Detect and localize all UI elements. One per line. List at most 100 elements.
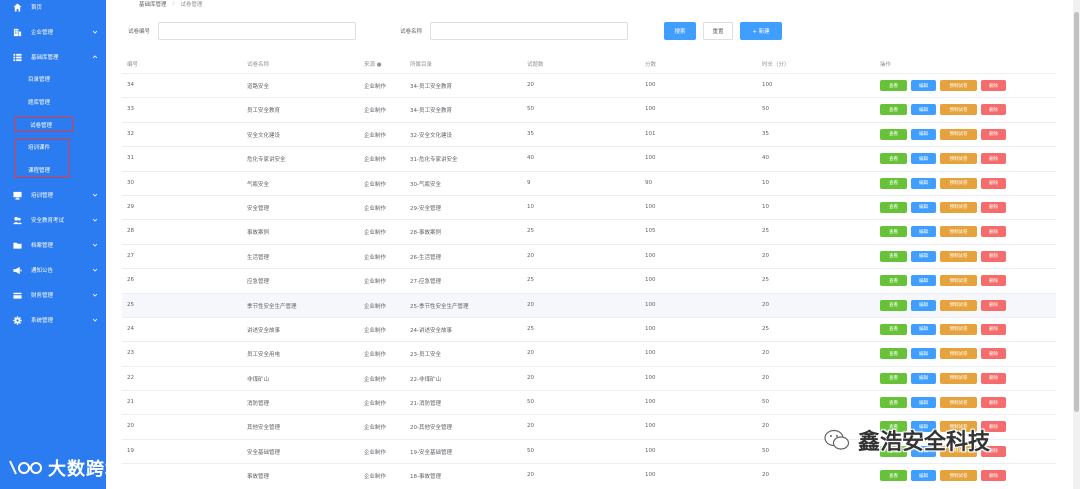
cell-id: 28: [127, 228, 134, 235]
table-row: 31 危化专家讲安全 企业制作 31-危化专家讲安全 40 100 40 查看 编辑 预制试卷 删除: [122, 146, 1056, 170]
nav-training[interactable]: 培训管理: [0, 188, 106, 202]
preset-paper-button[interactable]: 预制试卷: [940, 470, 977, 482]
preset-paper-button[interactable]: 预制试卷: [940, 323, 977, 335]
cell-dir: 34-员工安全教育: [410, 108, 452, 115]
delete-button[interactable]: 删除: [981, 348, 1006, 360]
delete-button[interactable]: 删除: [981, 397, 1006, 409]
edit-button[interactable]: 编辑: [911, 177, 936, 189]
question-circle-icon[interactable]: ●: [377, 62, 382, 68]
view-button[interactable]: 查看: [880, 201, 907, 213]
view-button[interactable]: 查看: [880, 128, 907, 140]
cell-count: 35: [527, 130, 534, 137]
edit-button[interactable]: 编辑: [911, 397, 936, 409]
view-button[interactable]: 查看: [880, 226, 907, 238]
cell-source: 企业制作: [364, 327, 387, 334]
edit-button[interactable]: 编辑: [911, 201, 936, 213]
nav-notice[interactable]: 通知公告: [0, 263, 106, 277]
preset-paper-button[interactable]: 预制试卷: [940, 348, 977, 360]
row-actions: 查看 编辑 预制试卷 删除: [880, 177, 1006, 189]
cell-duration: 50: [762, 399, 769, 406]
view-button[interactable]: 查看: [880, 372, 907, 384]
view-button[interactable]: 查看: [880, 299, 907, 311]
edit-button[interactable]: 编辑: [911, 275, 936, 287]
cell-dir: 27-应急管理: [410, 279, 441, 286]
search-button[interactable]: 搜索: [664, 22, 696, 40]
delete-button[interactable]: 删除: [981, 104, 1006, 116]
paper-code-input[interactable]: [158, 22, 356, 40]
view-button[interactable]: 查看: [880, 153, 907, 165]
preset-paper-button[interactable]: 预制试卷: [940, 104, 977, 116]
chevron-down-icon: [92, 218, 98, 222]
view-button[interactable]: 查看: [880, 348, 907, 360]
edit-button[interactable]: 编辑: [911, 128, 936, 140]
highlight-box-exam-paper: [14, 117, 73, 132]
nav-base-library[interactable]: 基础库管理: [0, 50, 106, 64]
view-button[interactable]: 查看: [880, 104, 907, 116]
preset-paper-button[interactable]: 预制试卷: [940, 128, 977, 140]
delete-button[interactable]: 删除: [981, 275, 1006, 287]
view-button[interactable]: 查看: [880, 275, 907, 287]
preset-paper-button[interactable]: 预制试卷: [940, 299, 977, 311]
edit-button[interactable]: 编辑: [911, 153, 936, 165]
edit-button[interactable]: 编辑: [911, 348, 936, 360]
preset-paper-button[interactable]: 预制试卷: [940, 275, 977, 287]
cell-score: 100: [645, 350, 656, 357]
edit-button[interactable]: 编辑: [911, 323, 936, 335]
nav-safety-exam[interactable]: 安全教育考试: [0, 213, 106, 227]
nav-company[interactable]: 企业管理: [0, 25, 106, 39]
nav-finance[interactable]: 财务管理: [0, 288, 106, 302]
delete-button[interactable]: 删除: [981, 299, 1006, 311]
nav-finance-label: 财务管理: [31, 293, 54, 299]
edit-button[interactable]: 编辑: [911, 104, 936, 116]
view-button[interactable]: 查看: [880, 80, 907, 91]
cell-name: 安全管理: [247, 205, 270, 212]
edit-button[interactable]: 编辑: [911, 80, 936, 91]
delete-button[interactable]: 删除: [981, 177, 1006, 189]
nav-archive[interactable]: 档案管理: [0, 238, 106, 252]
sub-item-question-bank[interactable]: 题库管理: [0, 96, 106, 108]
preset-paper-button[interactable]: 预制试卷: [940, 177, 977, 189]
cell-score: 100: [645, 106, 656, 113]
cell-dir: 18-事故管理: [410, 474, 441, 481]
scrollbar-thumb[interactable]: [1074, 12, 1079, 412]
cell-dir: 25-季节性安全生产管理: [410, 303, 469, 310]
cell-duration: 20: [762, 423, 769, 430]
delete-button[interactable]: 删除: [981, 128, 1006, 140]
edit-button[interactable]: 编辑: [911, 250, 936, 262]
view-button[interactable]: 查看: [880, 323, 907, 335]
edit-button[interactable]: 编辑: [911, 299, 936, 311]
view-button[interactable]: 查看: [880, 250, 907, 262]
view-button[interactable]: 查看: [880, 397, 907, 409]
view-button[interactable]: 查看: [880, 470, 907, 482]
delete-button[interactable]: 删除: [981, 470, 1006, 482]
cell-source: 企业制作: [364, 205, 387, 212]
edit-button[interactable]: 编辑: [911, 470, 936, 482]
delete-button[interactable]: 删除: [981, 226, 1006, 238]
edit-button[interactable]: 编辑: [911, 226, 936, 238]
delete-button[interactable]: 删除: [981, 153, 1006, 165]
cell-dir: 22-非煤矿山: [410, 376, 441, 383]
delete-button[interactable]: 删除: [981, 250, 1006, 262]
preset-paper-button[interactable]: 预制试卷: [940, 80, 977, 91]
edit-button[interactable]: 编辑: [911, 372, 936, 384]
delete-button[interactable]: 删除: [981, 80, 1006, 91]
preset-paper-button[interactable]: 预制试卷: [940, 226, 977, 238]
preset-paper-button[interactable]: 预制试卷: [940, 201, 977, 213]
sub-item-catalog[interactable]: 目录管理: [0, 73, 106, 85]
preset-paper-button[interactable]: 预制试卷: [940, 397, 977, 409]
page-scrollbar[interactable]: [1073, 0, 1080, 489]
add-button[interactable]: + 新建: [740, 22, 782, 40]
preset-paper-button[interactable]: 预制试卷: [940, 153, 977, 165]
view-button[interactable]: 查看: [880, 177, 907, 189]
nav-system[interactable]: 系统管理: [0, 313, 106, 327]
highlight-box-courses: [14, 139, 70, 178]
preset-paper-button[interactable]: 预制试卷: [940, 250, 977, 262]
preset-paper-button[interactable]: 预制试卷: [940, 372, 977, 384]
delete-button[interactable]: 删除: [981, 372, 1006, 384]
reset-button[interactable]: 重置: [703, 22, 733, 40]
delete-button[interactable]: 删除: [981, 323, 1006, 335]
nav-home[interactable]: 首页: [0, 0, 106, 14]
breadcrumb-parent[interactable]: 基础库管理: [139, 0, 167, 8]
paper-name-input[interactable]: [430, 22, 628, 40]
delete-button[interactable]: 删除: [981, 201, 1006, 213]
